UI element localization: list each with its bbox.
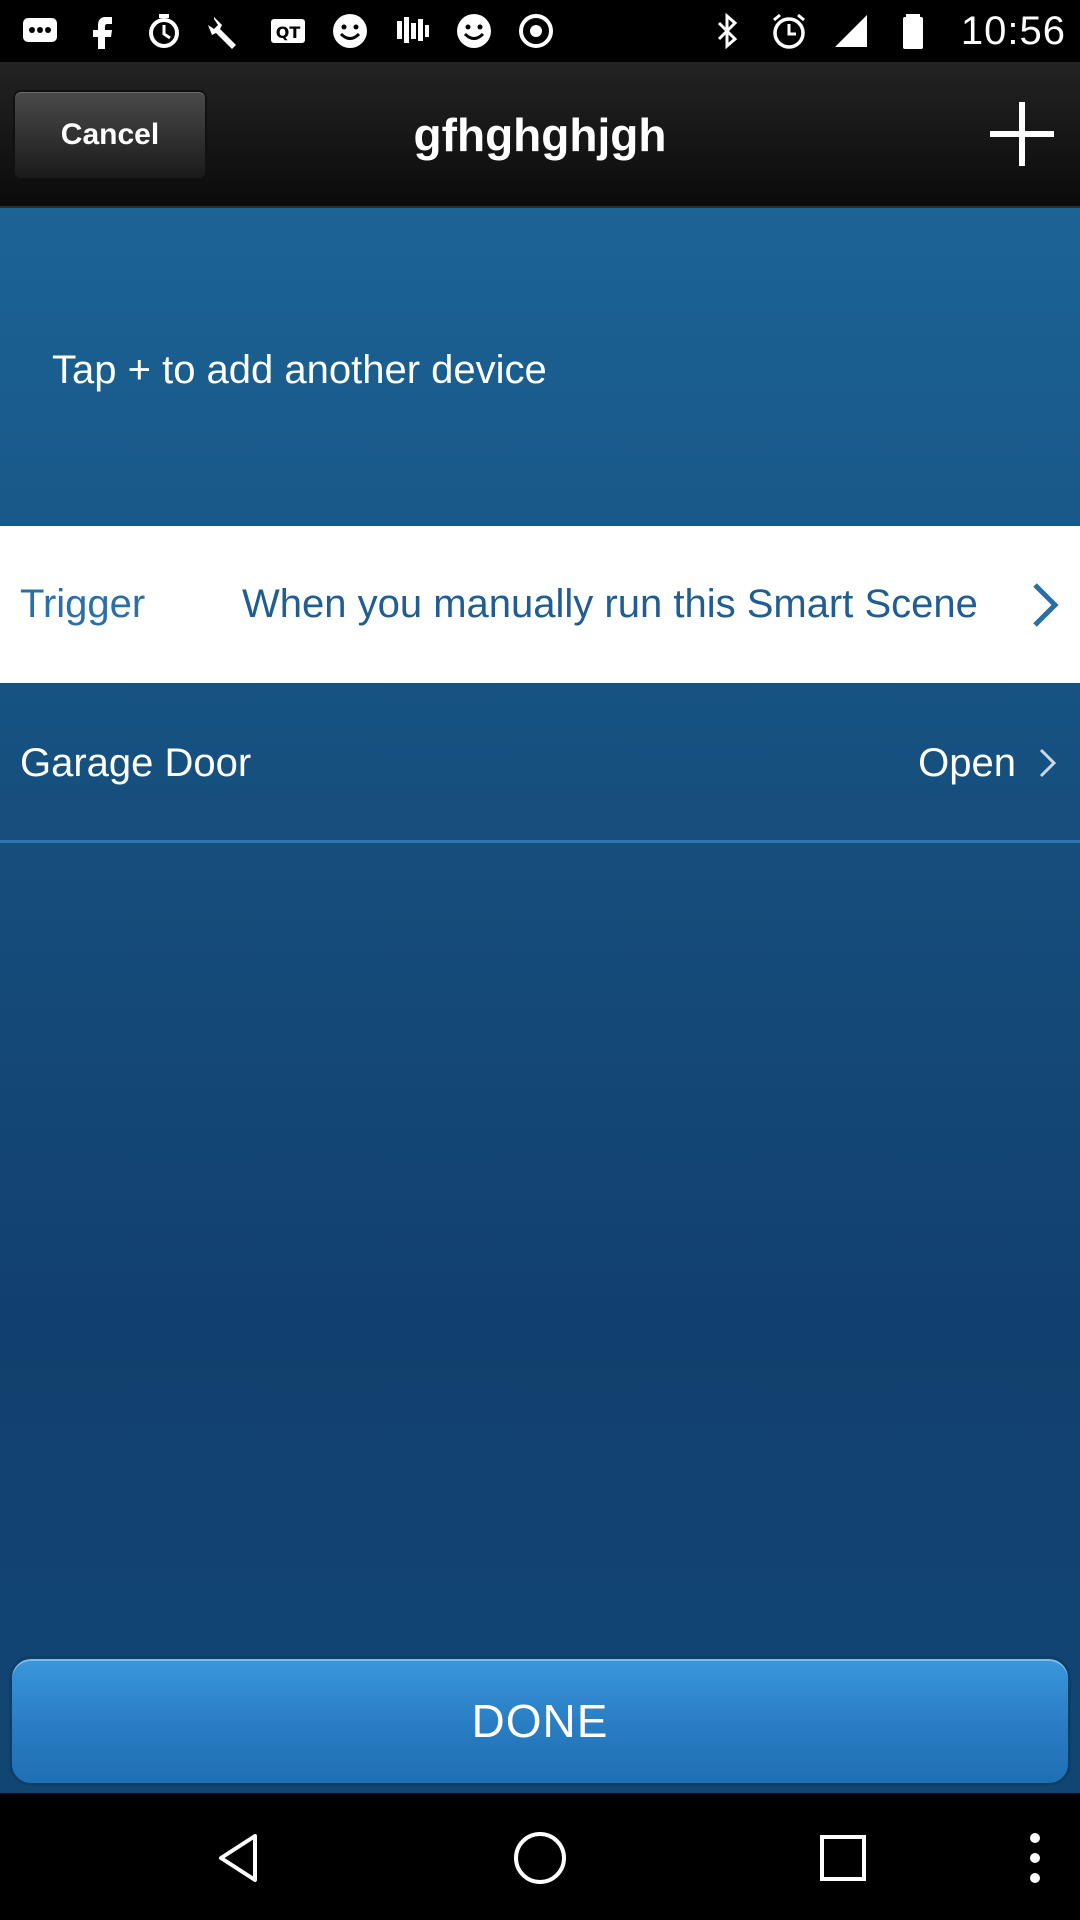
- recents-button[interactable]: [808, 1823, 878, 1893]
- chevron-right-icon: [1033, 583, 1059, 627]
- smiley-icon: [330, 11, 370, 51]
- navigation-bar: [0, 1793, 1080, 1920]
- notification-icons: QT: [20, 11, 556, 51]
- home-button[interactable]: [505, 1823, 575, 1893]
- system-status: 10:56: [707, 9, 1066, 54]
- plus-icon: [990, 102, 1054, 166]
- stitcher-icon: [392, 11, 432, 51]
- scene-editor: Tap + to add another device Trigger When…: [0, 208, 1080, 1793]
- signal-icon: [831, 11, 871, 51]
- smiley-icon: [454, 11, 494, 51]
- done-button[interactable]: DONE: [9, 1656, 1071, 1786]
- overflow-menu-button[interactable]: [1000, 1823, 1070, 1893]
- device-state: Open: [918, 740, 1016, 785]
- bluetooth-icon: [707, 11, 747, 51]
- chevron-right-icon: [1039, 748, 1057, 778]
- app-header: Cancel gfhghghjgh: [0, 62, 1080, 208]
- add-device-hint: Tap + to add another device: [52, 348, 547, 392]
- trigger-value: When you manually run this Smart Scene: [242, 582, 978, 626]
- facebook-icon: [82, 11, 122, 51]
- back-button[interactable]: [204, 1823, 274, 1893]
- page-title: gfhghghjgh: [413, 109, 667, 161]
- home-icon: [514, 1832, 566, 1884]
- alarm-icon: [144, 11, 184, 51]
- messages-icon: [20, 11, 60, 51]
- trigger-row[interactable]: Trigger When you manually run this Smart…: [0, 526, 1080, 683]
- trigger-label: Trigger: [20, 582, 146, 626]
- recents-icon: [820, 1835, 866, 1881]
- wrench-icon: [206, 11, 246, 51]
- device-name: Garage Door: [20, 740, 252, 785]
- screen: QT 10:56 Cancel gfhghghjgh Tap + to add …: [0, 0, 1080, 1920]
- back-icon: [219, 1834, 257, 1882]
- battery-icon: [893, 11, 933, 51]
- device-row-garage-door[interactable]: Garage Door Open: [0, 683, 1080, 843]
- cancel-button[interactable]: Cancel: [13, 90, 207, 180]
- add-device-button[interactable]: [986, 98, 1058, 170]
- qq-icon: QT: [268, 11, 308, 51]
- menu-icon: [1030, 1833, 1040, 1883]
- clock: 10:56: [960, 8, 1066, 53]
- alarm-clock-icon: [769, 11, 809, 51]
- circle-icon: [516, 11, 556, 51]
- svg-text:QT: QT: [276, 23, 301, 42]
- status-bar: QT 10:56: [0, 0, 1080, 62]
